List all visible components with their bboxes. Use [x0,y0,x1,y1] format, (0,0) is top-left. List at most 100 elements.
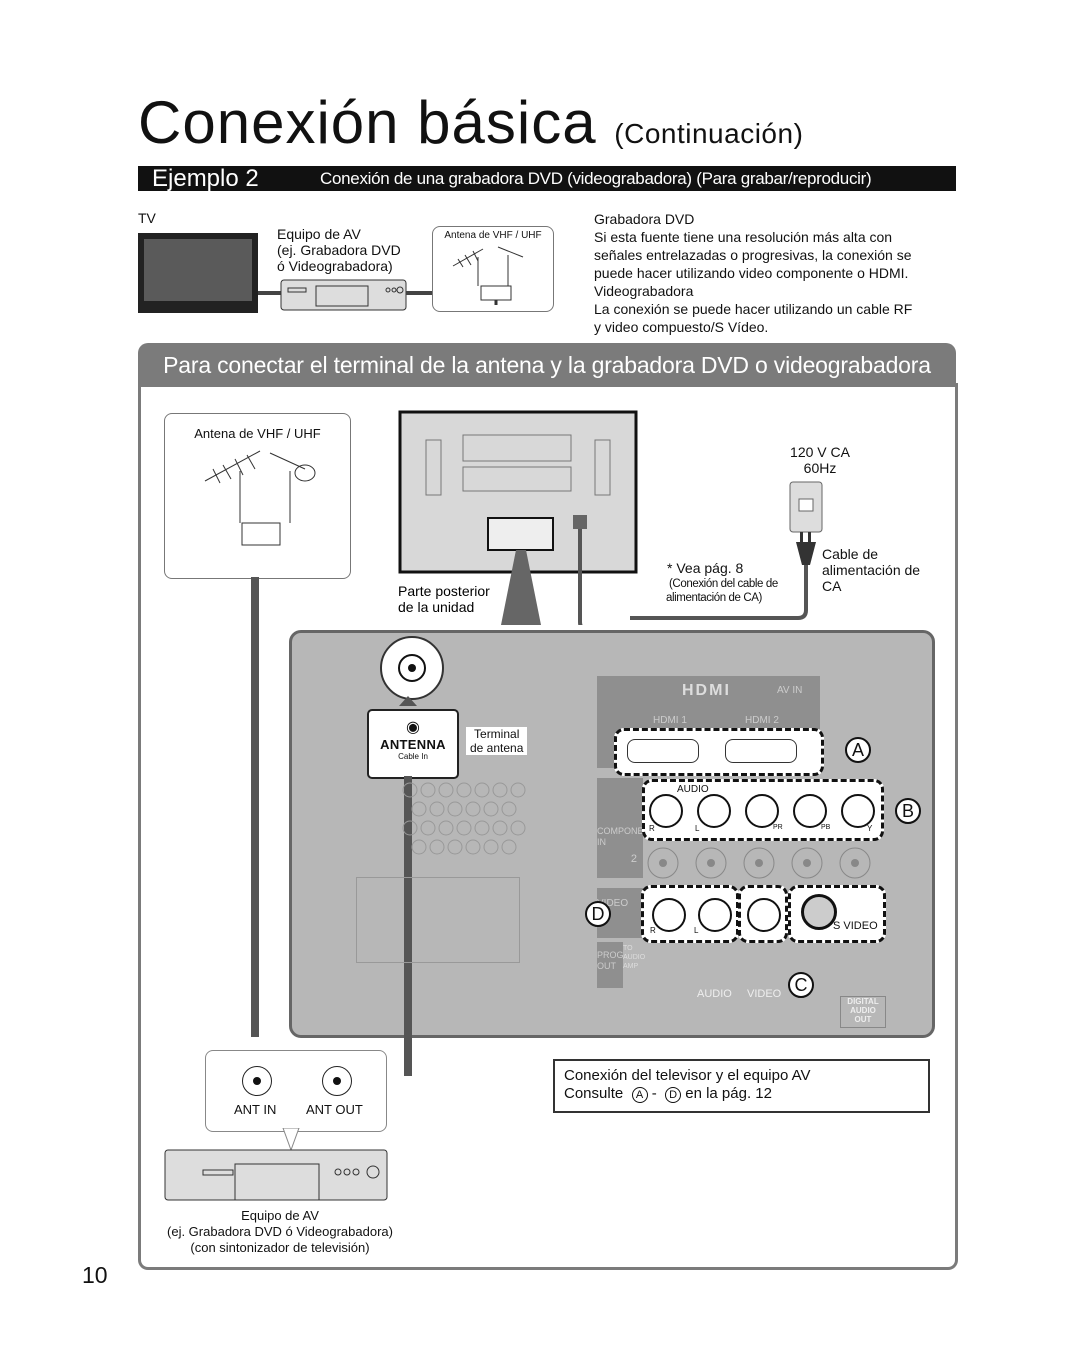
rca-jack[interactable] [649,794,683,828]
overview-antenna-box: Antena de VHF / UHF [432,226,554,312]
ant-out-port[interactable] [322,1066,352,1096]
vent-holes [402,782,526,855]
dvd-recorder-icon [280,279,407,311]
power-voltage: 120 V CA [790,444,850,460]
hdmi2-label: HDMI 2 [745,715,779,726]
reference-line2: Consulte A - D en la pág. 12 [564,1085,772,1103]
equipment-caption-1: Equipo de AV [241,1208,319,1223]
panel-cover [356,877,520,963]
component2-jacks [647,847,871,879]
antenna-terminal-sub: Cable In [398,752,428,761]
terminal-caption-2: de antena [470,741,524,755]
s-video-label: S VIDEO [833,920,878,932]
power-cable-1: Cable de [822,546,879,562]
dvd-text-3: puede hacer utilizando video componente … [594,265,909,281]
ant-in-port[interactable] [242,1066,272,1096]
antenna-box: Antena de VHF / UHF [164,413,351,579]
vcr-text-1: La conexión se puede hacer utilizando un… [594,301,913,317]
rear-label-line1: Parte posterior [398,583,490,599]
power-frequency: 60Hz [803,460,837,476]
reference-to: D [665,1087,682,1103]
av-equipment-ports: ANT IN ANT OUT [205,1050,387,1132]
see-page-link[interactable]: * Vea pág. 8 [667,560,743,576]
av-in-label: AV IN [777,685,803,696]
rca-jack[interactable] [747,898,781,932]
tv-rear-illustration: Parte posterior de la unidad [398,410,638,625]
callout-a: A [845,737,871,763]
see-page-note-2: alimentación de CA) [666,592,762,604]
power-spec: 120 V CA 60Hz [760,444,880,476]
out-label: OUT [597,961,616,971]
bottom-labels: AUDIO VIDEO [642,988,782,1004]
component-line-2: IN [597,837,606,847]
section-header: Para conectar el terminal de la antena y… [138,343,956,387]
hdmi1-label: HDMI 1 [653,715,687,726]
reference-consult: Consulte [564,1085,624,1102]
prog-out-block: PROG OUT [597,942,624,988]
rca-jack[interactable] [698,898,732,932]
jack-label-r: R [650,926,656,935]
dvd-heading: Grabadora DVD [594,211,695,227]
digital-audio-label: AUDIO [850,1006,876,1015]
rca-jack[interactable] [697,794,731,828]
arrow-up-icon [399,696,417,706]
av-line-3: ó Videograbadora) [277,258,393,274]
power-cable-2: alimentación de [822,562,921,578]
rca-jack[interactable] [652,898,686,932]
s-video-group: S VIDEO [788,885,886,943]
antenna-cable [251,577,259,1037]
digital-out-label: OUT [854,1015,872,1024]
equipment-caption: Equipo de AV (ej. Grabadora DVD ó Videog… [150,1208,410,1256]
callout-a-group [614,728,824,776]
rear-label-line2: de la unidad [398,599,474,615]
reference-from: A [631,1087,648,1103]
hdmi1-port[interactable] [627,739,699,763]
tv-label: TV [138,210,156,226]
reference-line1: Conexión del televisor y el equipo AV [564,1067,811,1084]
rca-jack[interactable] [745,794,779,828]
callout-d: D [585,901,611,927]
vcr-text-2: y video compuesto/S Vídeo. [594,319,769,335]
callout-d-group: R L [641,885,739,943]
see-page-note: (Conexión del cable de alimentación de C… [666,577,778,605]
ant-in-label: ANT IN [234,1102,277,1117]
title-text: Conexión básica [138,89,597,156]
jack-label-l: L [695,824,700,833]
jack-label-r: R [649,824,655,833]
component-2: 2 [630,853,637,865]
av-line-2: (ej. Grabadora DVD [277,242,401,258]
jack-label-pb: PB [821,824,831,831]
reference-dash: - [651,1085,657,1102]
power-cable-label: Cable de alimentación de CA [822,546,920,594]
equipment-caption-2: (ej. Grabadora DVD ó Videograbadora) [167,1224,393,1239]
antenna-terminal-label: ANTENNA [380,737,446,752]
equipment-caption-3: (con sintonizador de televisión) [190,1240,370,1255]
power-cable-3: CA [822,578,842,594]
page-number: 10 [82,1262,108,1288]
av-equipment-icon [164,1128,388,1201]
vcr-heading: Videograbadora [594,283,694,299]
rca-jack[interactable] [793,794,827,828]
av-line-1: Equipo de AV [277,226,361,242]
terminal-caption-1: Terminal [474,727,520,741]
hdmi2-port[interactable] [725,739,797,763]
audio-amp-label: AUDIO [623,954,646,961]
antenna-icon [452,246,524,305]
see-page-note-1: (Conexión del cable de [669,578,778,590]
reference-box: Conexión del televisor y el equipo AV Co… [553,1059,930,1113]
jack-label-l: L [694,926,699,935]
example-bar: Ejemplo 2 Conexión de una grabadora DVD … [138,165,956,192]
callout-c: C [788,972,814,998]
prog-label: PROG [597,950,624,960]
target-icon: ◉ [406,719,420,736]
s-video-port[interactable] [801,894,837,930]
jack-label-pr: PR [773,824,783,831]
antenna-jack [380,636,444,700]
rca-jack[interactable] [841,794,875,828]
digital-label: DIGITAL [847,997,879,1006]
ant-out-label: ANT OUT [306,1102,363,1117]
audio-label: AUDIO [677,784,709,795]
callout-b: B [895,798,921,824]
to-audio-amp: TO AUDIO AMP [623,944,645,971]
reference-suffix[interactable]: en la pág. 12 [685,1085,772,1102]
